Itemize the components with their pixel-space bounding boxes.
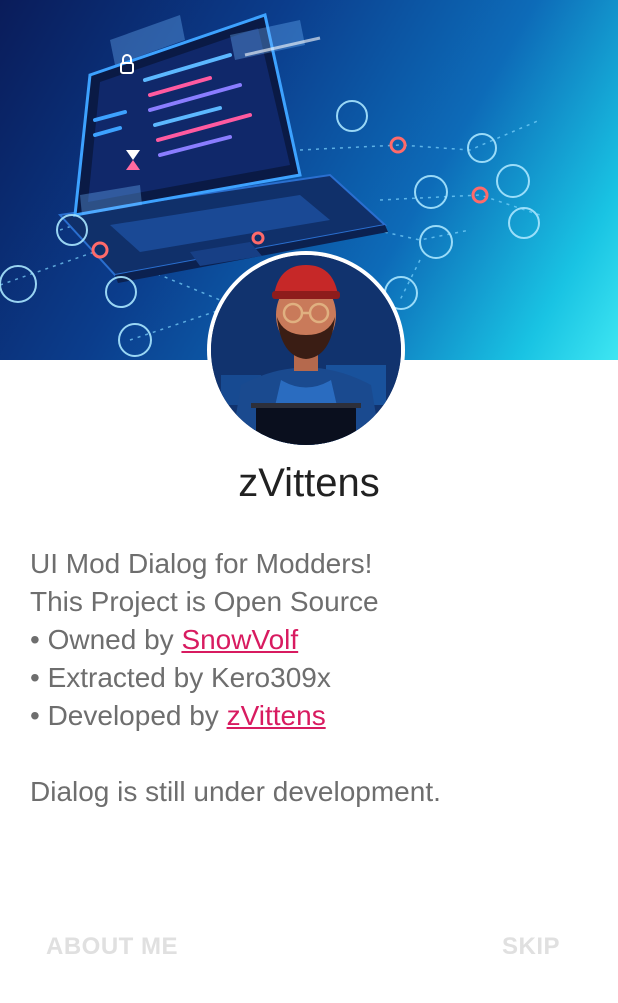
skip-button[interactable]: SKIP (502, 930, 560, 964)
mod-dialog: zVittens UI Mod Dialog for Modders! This… (0, 0, 618, 1003)
developed-by-prefix: • Developed by (30, 700, 227, 731)
developer-link[interactable]: zVittens (227, 700, 326, 731)
owned-by-line: • Owned by SnowVolf (30, 621, 590, 659)
message-line-open-source: This Project is Open Source (30, 586, 379, 617)
developer-avatar (211, 255, 401, 445)
avatar-frame (207, 251, 405, 449)
owned-by-prefix: • Owned by (30, 624, 182, 655)
extracted-by-line: • Extracted by Kero309x (30, 662, 331, 693)
about-me-button[interactable]: ABOUT ME (46, 930, 178, 964)
message-body: UI Mod Dialog for Modders! This Project … (30, 545, 590, 811)
profile-name: zVittens (238, 461, 380, 505)
development-note: Dialog is still under development. (30, 776, 441, 807)
message-line-title: UI Mod Dialog for Modders! (30, 548, 373, 579)
owner-link[interactable]: SnowVolf (181, 624, 298, 655)
developed-by-line: • Developed by zVittens (30, 697, 590, 735)
